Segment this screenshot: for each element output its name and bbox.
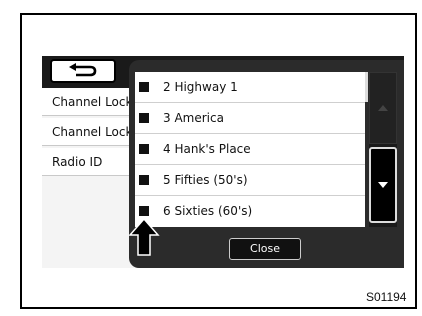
channel-label: 4 Hank's Place: [163, 142, 251, 156]
triangle-up-icon: [378, 105, 388, 111]
settings-item-label: Channel Lock: [52, 95, 133, 109]
triangle-down-icon: [378, 182, 388, 188]
list-item[interactable]: 5 Fifties (50's): [135, 165, 365, 196]
channel-popup: 2 Highway 1 3 America 4 Hank's Place 5 F…: [129, 60, 404, 268]
list-item[interactable]: 2 Highway 1: [135, 72, 365, 103]
settings-list: Channel Lock Channel Lock Radio ID: [42, 88, 138, 268]
checkbox-icon[interactable]: [139, 144, 149, 154]
channel-label: 5 Fifties (50's): [163, 173, 248, 187]
scroll-down-button[interactable]: [369, 147, 397, 223]
checkbox-icon[interactable]: [139, 206, 149, 216]
back-button[interactable]: [50, 59, 116, 83]
settings-item-label: Channel Lock: [52, 125, 133, 139]
list-item[interactable]: 4 Hank's Place: [135, 134, 365, 165]
checkbox-icon[interactable]: [139, 175, 149, 185]
settings-item-channel-lock-2[interactable]: Channel Lock: [42, 118, 138, 146]
close-button[interactable]: Close: [229, 238, 301, 260]
list-item[interactable]: 6 Sixties (60's): [135, 196, 365, 227]
checkbox-icon[interactable]: [139, 82, 149, 92]
settings-item-label: Radio ID: [52, 155, 103, 169]
scroll-up-button[interactable]: [369, 72, 397, 144]
channel-label: 6 Sixties (60's): [163, 204, 253, 218]
settings-item-radio-id[interactable]: Radio ID: [42, 148, 138, 176]
list-item[interactable]: 3 America: [135, 103, 365, 134]
settings-item-channel-lock-1[interactable]: Channel Lock: [42, 88, 138, 116]
channel-label: 2 Highway 1: [163, 80, 238, 94]
scroll-thumb[interactable]: [365, 72, 368, 102]
figure-code: S01194: [366, 290, 407, 304]
channel-list: 2 Highway 1 3 America 4 Hank's Place 5 F…: [135, 72, 365, 227]
return-arrow-icon: [69, 63, 97, 77]
channel-label: 3 America: [163, 111, 224, 125]
up-arrow-callout-icon: [128, 218, 160, 256]
checkbox-icon[interactable]: [139, 113, 149, 123]
